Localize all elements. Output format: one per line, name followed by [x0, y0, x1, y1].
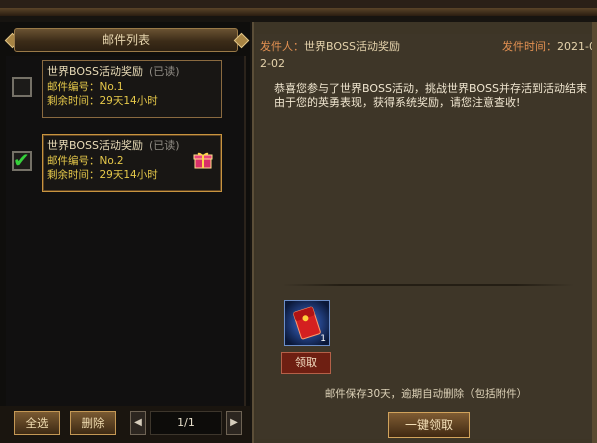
- header-ornament-right-icon: [232, 28, 250, 52]
- mail-remaining: 29天14小时: [99, 95, 158, 107]
- mail-body-text: 恭喜您参与了世界BOSS活动，挑战世界BOSS并存活到活动结束 由于您的英勇表现…: [274, 82, 594, 110]
- checkmark-icon: ✔: [13, 148, 30, 172]
- mail-checkbox[interactable]: ✔: [12, 148, 32, 172]
- mail-number: No.1: [99, 81, 124, 93]
- content-divider: [282, 284, 574, 286]
- mail-remaining-label: 剩余时间：: [47, 169, 100, 181]
- mail-title-text: 世界BOSS活动奖励: [47, 139, 143, 152]
- mail-body-line: 恭喜您参与了世界BOSS活动，挑战世界BOSS并存活到活动结束: [274, 82, 587, 95]
- gift-icon: [193, 152, 213, 169]
- mail-title-text: 世界BOSS活动奖励: [47, 65, 143, 78]
- mail-title: 世界BOSS活动奖励 (已读): [47, 64, 217, 80]
- mail-number-line: 邮件编号：No.2: [47, 154, 217, 168]
- sender-label: 发件人：: [260, 40, 304, 53]
- attachment-count: 1: [320, 334, 326, 344]
- send-time: 发件时间：2021-0: [502, 38, 596, 55]
- claim-button[interactable]: 领取: [281, 352, 331, 374]
- mail-remaining-line: 剩余时间：29天14小时: [47, 168, 217, 182]
- mail-read-status: (已读): [148, 139, 180, 152]
- mail-card[interactable]: 世界BOSS活动奖励 (已读) 邮件编号：No.2 剩余时间：29天14小时: [42, 134, 222, 192]
- right-border: [592, 22, 597, 443]
- mail-detail-panel: 发件人：世界BOSS活动奖励 发件时间：2021-0 2-02 恭喜您参与了世界…: [252, 22, 597, 443]
- mail-checkbox[interactable]: [12, 77, 32, 97]
- delete-button[interactable]: 删除: [70, 411, 116, 435]
- mail-number-line: 邮件编号：No.1: [47, 80, 217, 94]
- mail-card[interactable]: 世界BOSS活动奖励 (已读) 邮件编号：No.1 剩余时间：29天14小时: [42, 60, 222, 118]
- send-time-value-part2: 2-02: [260, 57, 285, 70]
- arrow-left-icon[interactable]: ◀: [130, 411, 146, 435]
- sender-line: 发件人：世界BOSS活动奖励 发件时间：2021-0: [260, 38, 596, 55]
- mail-number-label: 邮件编号：: [47, 155, 100, 167]
- select-all-button[interactable]: 全选: [14, 411, 60, 435]
- list-toolbar: 全选 删除 ◀ 1/1 ▶: [0, 406, 250, 443]
- mail-header-info: 发件人：世界BOSS活动奖励 发件时间：2021-0 2-02: [260, 38, 596, 78]
- mail-remaining-line: 剩余时间：29天14小时: [47, 94, 217, 108]
- retention-note: 邮件保存30天，逾期自动删除（包括附件）: [324, 388, 528, 400]
- mail-title: 世界BOSS活动奖励 (已读): [47, 138, 217, 154]
- mail-remaining: 29天14小时: [99, 169, 158, 181]
- mail-body-line: 由于您的英勇表现，获得系统奖励，请您注意查收!: [274, 96, 521, 109]
- mail-read-status: (已读): [148, 65, 180, 78]
- mail-remaining-label: 剩余时间：: [47, 95, 100, 107]
- mail-detail-body: 发件人：世界BOSS活动奖励 发件时间：2021-0 2-02 恭喜您参与了世界…: [256, 34, 596, 439]
- mail-list-item[interactable]: ✔ 世界BOSS活动奖励 (已读) 邮件编号：No.2 剩余时间：29天14小时: [6, 130, 246, 194]
- mail-number-label: 邮件编号：: [47, 81, 100, 93]
- arrow-right-icon[interactable]: ▶: [226, 411, 242, 435]
- sender-name: 世界BOSS活动奖励: [304, 40, 400, 53]
- send-time-value-part1: 2021-0: [557, 40, 596, 53]
- mail-list: 世界BOSS活动奖励 (已读) 邮件编号：No.1 剩余时间：29天14小时 ✔ …: [6, 56, 246, 406]
- mail-number: No.2: [99, 155, 124, 167]
- mail-list-header: 邮件列表: [14, 28, 238, 52]
- window-top-border: [0, 8, 597, 16]
- mail-list-item[interactable]: 世界BOSS活动奖励 (已读) 邮件编号：No.1 剩余时间：29天14小时: [6, 56, 246, 120]
- claim-all-button[interactable]: 一键领取: [388, 412, 470, 438]
- send-time-label: 发件时间：: [502, 40, 558, 53]
- page-indicator: 1/1: [150, 411, 222, 435]
- attachment-slot[interactable]: 1: [284, 300, 330, 346]
